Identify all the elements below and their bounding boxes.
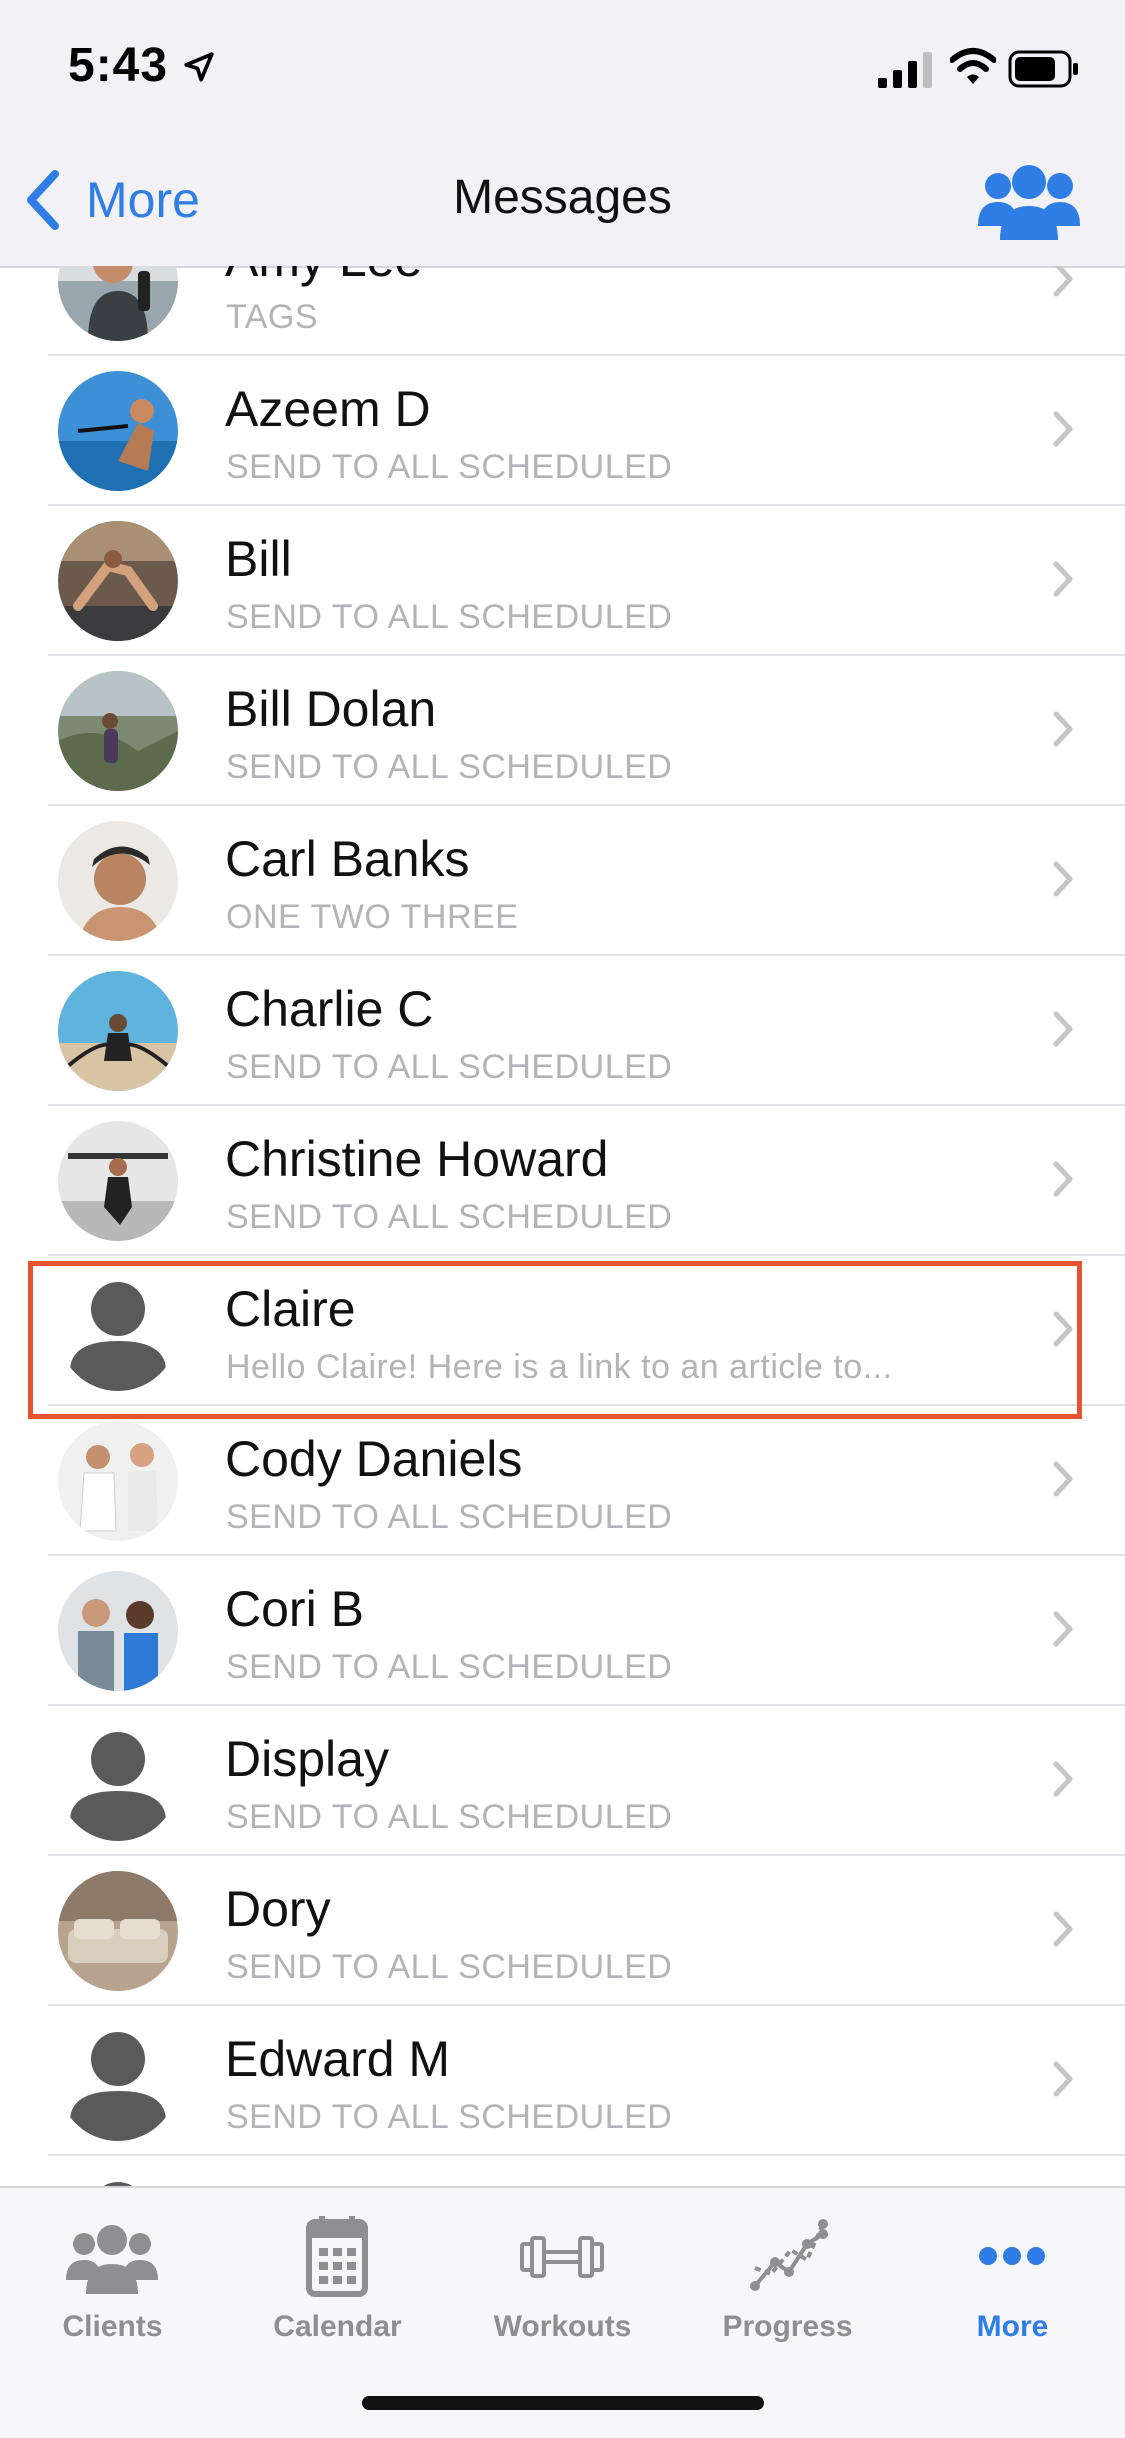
thread-preview: SEND TO ALL SCHEDULED [226,598,673,636]
avatar [58,1421,178,1541]
thread-name: Bill [225,531,292,587]
thread-row[interactable]: Display SEND TO ALL SCHEDULED [0,1706,1125,1856]
avatar-placeholder [58,1271,178,1391]
thread-preview: SEND TO ALL SCHEDULED [226,1648,673,1686]
chevron-right-icon [1053,1461,1073,1497]
thread-name: Amy Lee [225,266,422,288]
thread-name: Dory [225,1881,331,1937]
thread-name: Christine Howard [225,1131,609,1187]
avatar-placeholder [58,1721,178,1841]
tab-more[interactable]: More [900,2206,1125,2346]
navigation-bar: More Messages [0,130,1125,268]
chevron-right-icon [1053,561,1073,597]
thread-row-selected[interactable]: Claire Hello Claire! Here is a link to a… [0,1256,1125,1406]
thread-row[interactable]: Cori B SEND TO ALL SCHEDULED [0,1556,1125,1706]
tab-progress[interactable]: Progress [675,2206,900,2346]
calendar-icon [306,2216,368,2297]
thread-row[interactable]: Cody Daniels SEND TO ALL SCHEDULED [0,1406,1125,1556]
location-arrow-icon [184,52,214,82]
thread-row[interactable]: Edward M SEND TO ALL SCHEDULED [0,2006,1125,2156]
chevron-right-icon [1053,1161,1073,1197]
chevron-right-icon [1053,1011,1073,1047]
avatar [58,1871,178,1991]
tab-label: Progress [722,2310,853,2343]
message-thread-list[interactable]: Amy Lee TAGS Azeem D SEND TO ALL SCHEDUL… [0,266,1125,2186]
chevron-right-icon [1053,1311,1073,1347]
page-title: Messages [453,171,672,224]
clients-icon [66,2225,158,2294]
battery-icon [1008,50,1078,88]
more-dots-icon [979,2247,1045,2265]
chevron-right-icon [1053,711,1073,747]
dumbbell-icon [520,2236,604,2278]
thread-name: Cori B [225,1581,364,1637]
thread-preview: SEND TO ALL SCHEDULED [226,1198,673,1236]
status-time: 5:43 [68,39,169,92]
avatar [58,671,178,791]
wifi-icon [950,48,996,84]
chevron-right-icon [1053,861,1073,897]
tab-label: Calendar [273,2310,402,2343]
thread-preview: ONE TWO THREE [226,898,519,936]
thread-preview: SEND TO ALL SCHEDULED [226,1798,673,1836]
thread-preview: SEND TO ALL SCHEDULED [226,2098,673,2136]
progress-chart-icon [750,2219,828,2291]
thread-preview: TAGS [226,298,319,336]
chevron-right-icon [1053,1911,1073,1947]
thread-name: Claire [225,1281,356,1337]
thread-row[interactable]: Bill SEND TO ALL SCHEDULED [0,506,1125,656]
thread-name: Azeem D [225,381,431,437]
avatar [58,821,178,941]
avatar-placeholder [58,2171,178,2186]
thread-preview: SEND TO ALL SCHEDULED [226,748,673,786]
thread-preview: SEND TO ALL SCHEDULED [226,1048,673,1086]
chevron-right-icon [1053,1761,1073,1797]
thread-row[interactable]: Dory SEND TO ALL SCHEDULED [0,1856,1125,2006]
thread-preview: SEND TO ALL SCHEDULED [226,1498,673,1536]
thread-name: Bill Dolan [225,681,437,737]
thread-preview: SEND TO ALL SCHEDULED [226,448,673,486]
thread-row[interactable]: Charlie C SEND TO ALL SCHEDULED [0,956,1125,1106]
tab-label: More [976,2310,1049,2343]
avatar [58,1121,178,1241]
avatar [58,266,178,341]
avatar-placeholder [58,2021,178,2141]
tab-calendar[interactable]: Calendar [225,2206,450,2346]
home-indicator[interactable] [362,2396,764,2410]
thread-row[interactable]: Azeem D SEND TO ALL SCHEDULED [0,356,1125,506]
chevron-right-icon [1053,1611,1073,1647]
tab-clients[interactable]: Clients [0,2206,225,2346]
tab-workouts[interactable]: Workouts [450,2206,675,2346]
thread-name: Edward M [225,2031,451,2087]
thread-name: Display [225,1731,389,1787]
thread-preview: SEND TO ALL SCHEDULED [226,1948,673,1986]
thread-name: Cody Daniels [225,1431,523,1487]
thread-name: Carl Banks [225,831,470,887]
chevron-right-icon [1053,2061,1073,2097]
tab-label: Workouts [493,2310,632,2343]
tab-label: Clients [62,2310,163,2343]
status-bar: 5:43 [0,0,1125,130]
thread-name: Charlie C [225,981,434,1037]
avatar [58,1571,178,1691]
thread-row[interactable]: Bill Dolan SEND TO ALL SCHEDULED [0,656,1125,806]
chevron-right-icon [1053,266,1073,297]
chevron-right-icon [1053,411,1073,447]
thread-row[interactable] [0,2156,1125,2186]
avatar [58,971,178,1091]
avatar [58,371,178,491]
groups-icon[interactable] [978,156,1080,244]
cellular-signal-icon [878,52,932,88]
avatar [58,521,178,641]
thread-row[interactable]: Carl Banks ONE TWO THREE [0,806,1125,956]
thread-row[interactable]: Christine Howard SEND TO ALL SCHEDULED [0,1106,1125,1256]
thread-preview: Hello Claire! Here is a link to an artic… [226,1348,893,1386]
thread-row[interactable]: Amy Lee TAGS [0,266,1125,356]
